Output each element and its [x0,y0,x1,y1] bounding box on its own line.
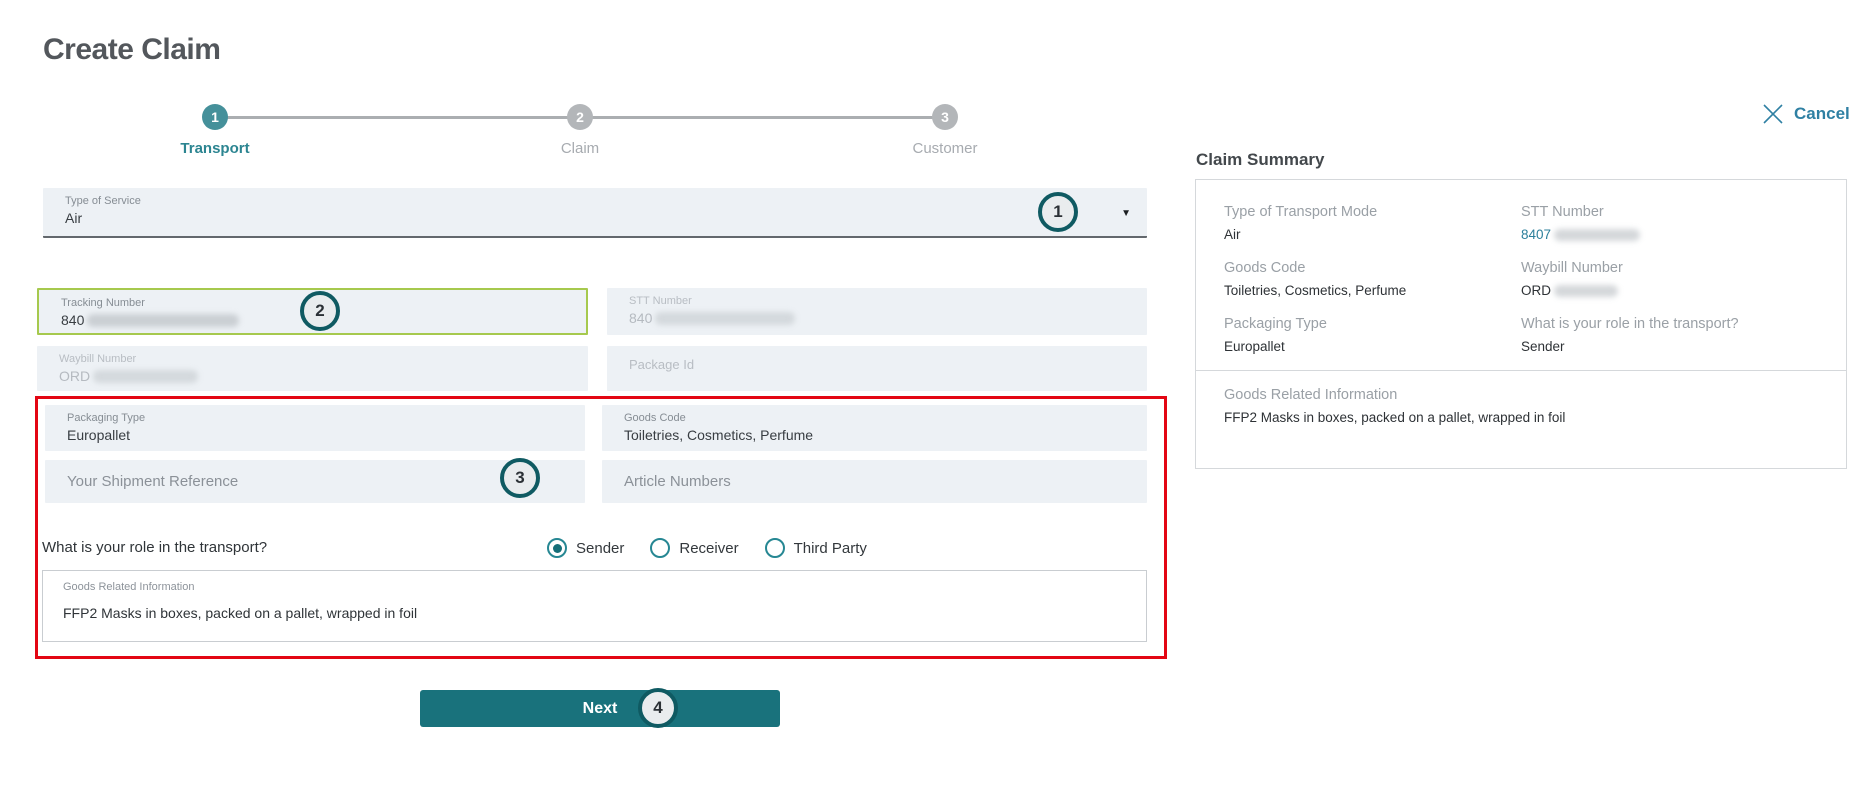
summary-packaging-type: Packaging Type Europallet [1224,316,1327,354]
annotation-marker-2: 2 [300,291,340,331]
goods-code-field[interactable]: Goods Code Toiletries, Cosmetics, Perfum… [602,405,1147,451]
step-2-label: Claim [560,140,600,157]
package-id-label: Package Id [629,357,695,372]
step-claim: 2 Claim [500,104,660,157]
annotation-marker-1: 1 [1038,192,1078,232]
goods-related-info-value: FFP2 Masks in boxes, packed on a pallet,… [63,605,418,621]
radio-third-party-label: Third Party [793,539,867,557]
packaging-type-field[interactable]: Packaging Type Europallet [45,405,585,451]
packaging-type-label: Packaging Type [67,412,146,424]
close-icon [1762,103,1784,125]
packaging-type-value: Europallet [67,427,131,443]
redacted-value [87,313,240,327]
radio-receiver[interactable]: Receiver [650,538,739,558]
cancel-button[interactable]: Cancel [1762,103,1850,125]
role-radio-group: Sender Receiver Third Party [547,533,867,563]
package-id-input: Package Id [607,346,1147,391]
next-button[interactable]: Next [420,690,780,727]
chevron-down-icon: ▼ [1121,208,1131,219]
waybill-number-value: ORD [59,368,91,384]
radio-third-party[interactable]: Third Party [764,538,867,558]
radio-unselected-icon [764,538,785,558]
claim-summary-panel: Type of Transport Mode Air STT Number 84… [1195,179,1847,469]
step-3-circle: 3 [932,104,958,130]
step-customer: 3 Customer [865,104,1025,157]
redacted-value [1554,229,1641,242]
article-numbers-input[interactable]: Article Numbers [602,460,1147,503]
stt-number-input: STT Number 840 [607,288,1147,335]
step-1-circle: 1 [202,104,228,130]
radio-selected-icon [547,538,567,558]
step-transport: 1 Transport [135,104,295,157]
goods-related-info-textarea[interactable]: Goods Related Information FFP2 Masks in … [42,570,1147,642]
summary-role: What is your role in the transport? Send… [1521,316,1739,354]
cancel-label: Cancel [1794,104,1850,123]
goods-code-value: Toiletries, Cosmetics, Perfume [624,427,814,443]
type-of-service-label: Type of Service [65,195,141,207]
step-2-circle: 2 [567,104,593,130]
page-title: Create Claim [43,33,221,66]
type-of-service-value: Air [65,210,83,226]
article-numbers-placeholder: Article Numbers [624,473,731,490]
claim-summary-title: Claim Summary [1196,150,1325,169]
annotation-marker-3: 3 [500,458,540,498]
role-question: What is your role in the transport? [42,539,268,556]
tracking-number-label: Tracking Number [61,297,145,309]
type-of-service-select[interactable]: Type of Service Air ▼ [43,188,1147,238]
stt-number-label: STT Number [629,295,692,307]
create-claim-page: Create Claim 1 Transport 2 Claim 3 Custo… [0,0,1858,803]
summary-stt-number: STT Number 8407 [1521,204,1826,242]
tracking-number-value: 840 [61,312,85,328]
radio-sender-label: Sender [576,539,625,557]
redacted-value [93,369,199,383]
redacted-value [655,311,796,325]
radio-unselected-icon [650,538,671,558]
shipment-reference-placeholder: Your Shipment Reference [67,473,239,490]
step-3-label: Customer [912,140,978,157]
goods-related-info-label: Goods Related Information [63,581,195,593]
summary-goods-code: Goods Code Toiletries, Cosmetics, Perfum… [1224,260,1407,298]
waybill-number-input: Waybill Number ORD [37,346,588,391]
step-1-label: Transport [180,140,250,157]
summary-transport-mode: Type of Transport Mode Air [1224,204,1378,242]
summary-waybill-number: Waybill Number ORD [1521,260,1623,298]
redacted-value [1554,285,1618,298]
goods-code-label: Goods Code [624,412,686,424]
stt-number-value: 840 [629,310,653,326]
radio-receiver-label: Receiver [679,539,739,557]
radio-sender[interactable]: Sender [547,538,624,558]
annotation-marker-4: 4 [638,688,678,728]
waybill-number-label: Waybill Number [59,353,137,365]
summary-goods-related-info: Goods Related Information FFP2 Masks in … [1224,387,1566,425]
role-row: What is your role in the transport? Send… [42,533,1147,563]
